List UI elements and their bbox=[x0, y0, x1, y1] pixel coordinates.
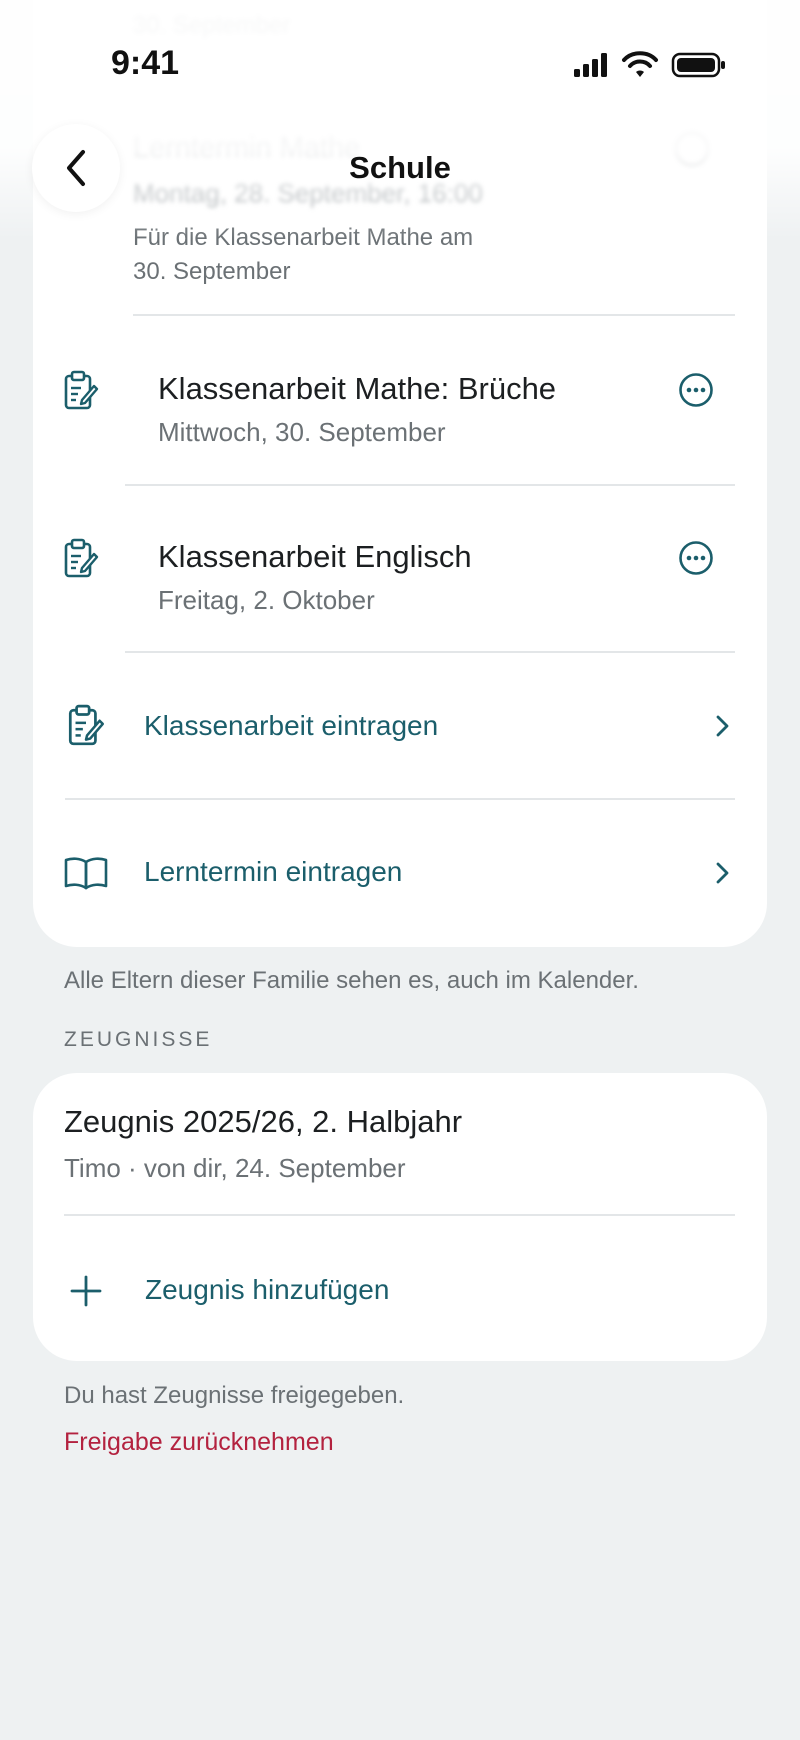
chevron-right-icon bbox=[716, 862, 729, 884]
page-title: Schule bbox=[349, 150, 451, 185]
status-icons bbox=[570, 50, 730, 85]
wifi-icon bbox=[622, 51, 658, 77]
add-exam-label: Klassenarbeit eintragen bbox=[144, 710, 439, 741]
divider bbox=[65, 798, 735, 800]
shared-note: Du hast Zeugnisse freigegeben. bbox=[64, 1382, 405, 1409]
clipboard-edit-icon bbox=[64, 538, 99, 578]
status-bar-icons bbox=[574, 51, 725, 78]
zeugnisse-card: Zeugnis 2025/26, 2. Halbjahr Timo · von … bbox=[33, 1073, 767, 1361]
item-title: Klassenarbeit Mathe: Brüche bbox=[158, 371, 557, 406]
battery-icon bbox=[671, 52, 725, 78]
report-card-title: Zeugnis 2025/26, 2. Halbjahr bbox=[64, 1104, 463, 1139]
more-options-icon[interactable] bbox=[676, 538, 716, 578]
status-time: 9:41 bbox=[111, 44, 180, 82]
divider bbox=[125, 484, 735, 486]
report-card-meta: Timo · von dir, 24. September bbox=[64, 1153, 406, 1183]
signal-icon bbox=[574, 53, 607, 77]
book-open-icon bbox=[64, 857, 108, 890]
plus-icon bbox=[70, 1275, 102, 1307]
item-title: Klassenarbeit Englisch bbox=[158, 539, 472, 574]
chevron-right-icon bbox=[716, 715, 729, 737]
item-date: Freitag, 2. Oktober bbox=[158, 585, 375, 615]
divider bbox=[125, 651, 735, 653]
item-date: Mittwoch, 30. September bbox=[158, 417, 446, 447]
add-study-session-label: Lerntermin eintragen bbox=[144, 856, 403, 887]
section-title-zeugnisse: ZEUGNISSE bbox=[64, 1028, 213, 1051]
school-screen: 30. September Lerntermin Mathe Montag, 2… bbox=[0, 0, 800, 1740]
clipboard-edit-icon bbox=[64, 370, 99, 410]
visibility-footnote: Alle Eltern dieser Familie sehen es, auc… bbox=[64, 967, 639, 994]
more-options-icon[interactable] bbox=[676, 370, 716, 410]
faded-item-note-line1: Für die Klassenarbeit Mathe am bbox=[133, 224, 474, 251]
school-card: 30. September Lerntermin Mathe Montag, 2… bbox=[33, 0, 767, 947]
divider bbox=[64, 1214, 735, 1216]
add-report-card-label: Zeugnis hinzufügen bbox=[145, 1274, 390, 1305]
faded-top-sub: 30. September bbox=[133, 12, 291, 39]
divider bbox=[133, 314, 735, 316]
faded-item-note-line2: 30. September bbox=[133, 258, 291, 285]
revoke-share-link[interactable]: Freigabe zurücknehmen bbox=[64, 1428, 334, 1457]
clipboard-edit-icon bbox=[68, 704, 105, 746]
